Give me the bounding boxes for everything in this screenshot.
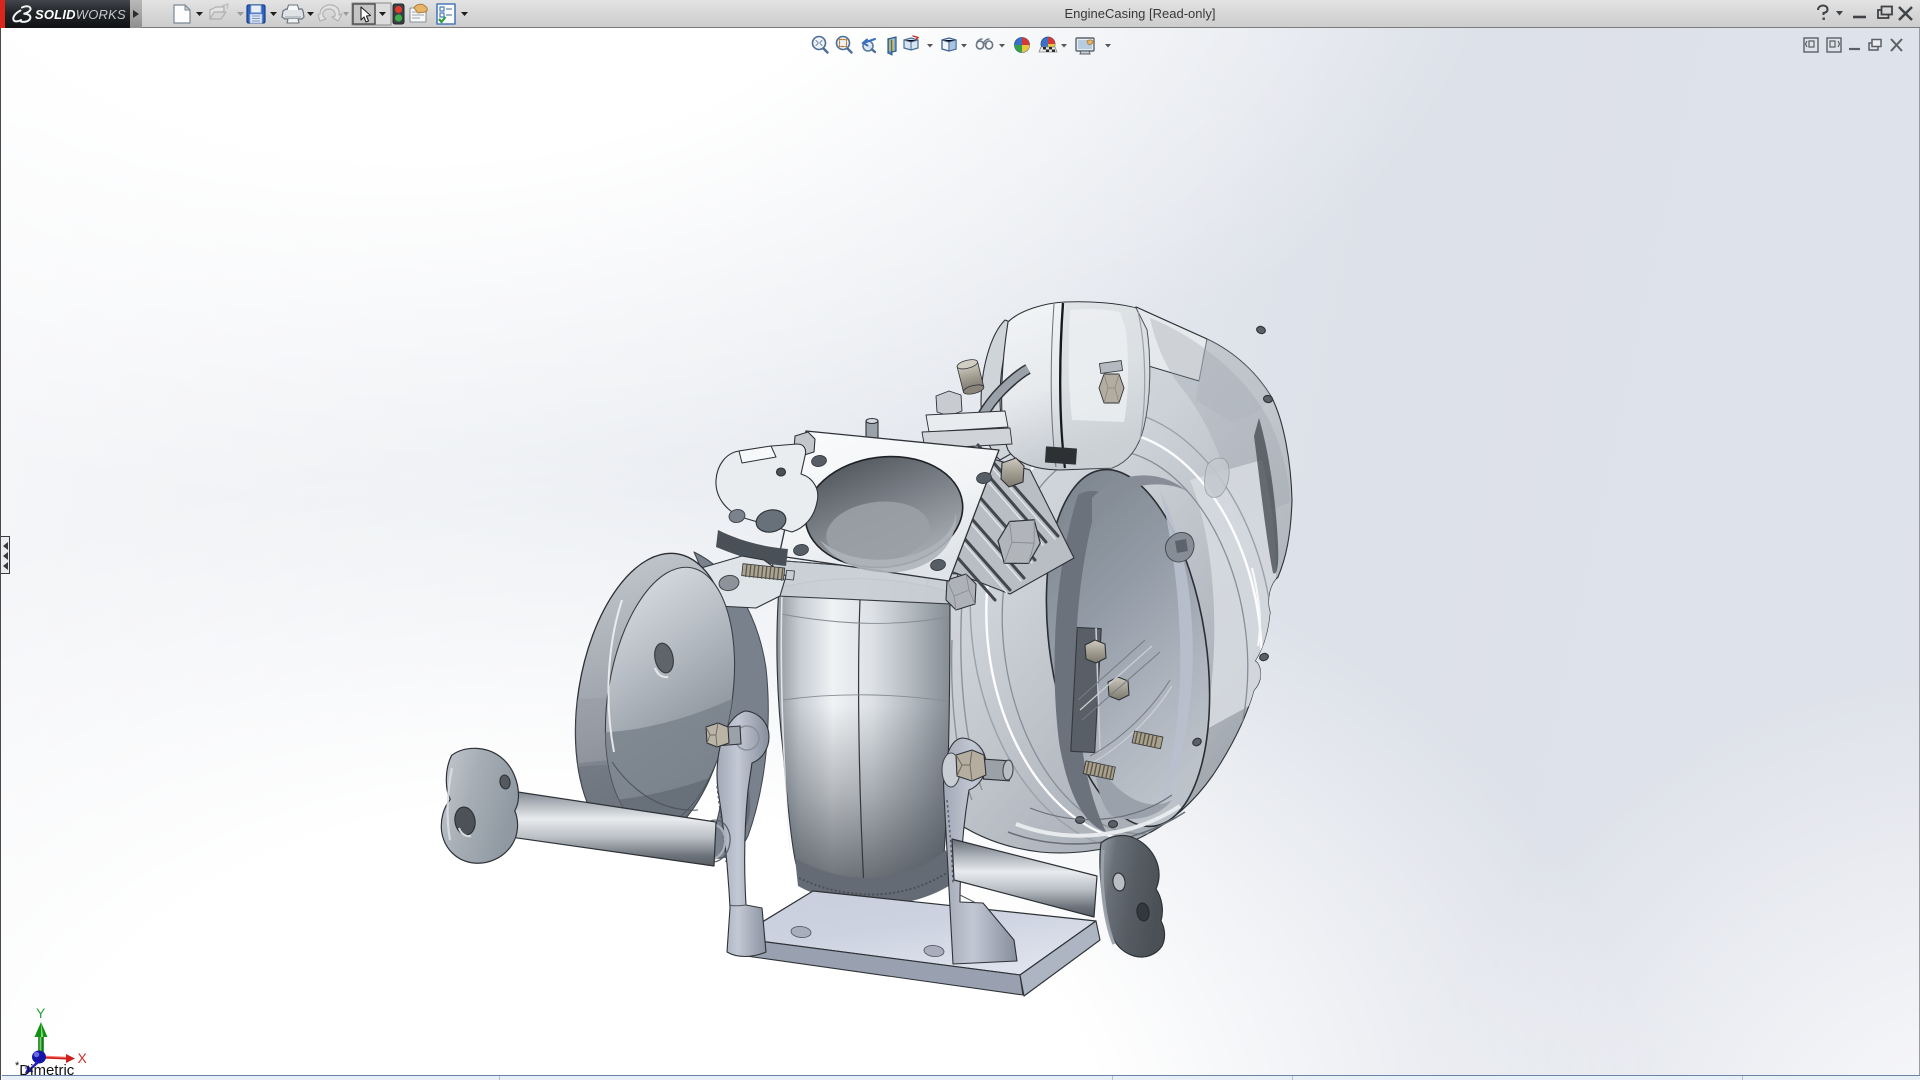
svg-text:SOLIDWORKS: SOLIDWORKS [35,7,126,22]
svg-text:Y: Y [36,1005,46,1021]
svg-text:X: X [78,1050,88,1066]
